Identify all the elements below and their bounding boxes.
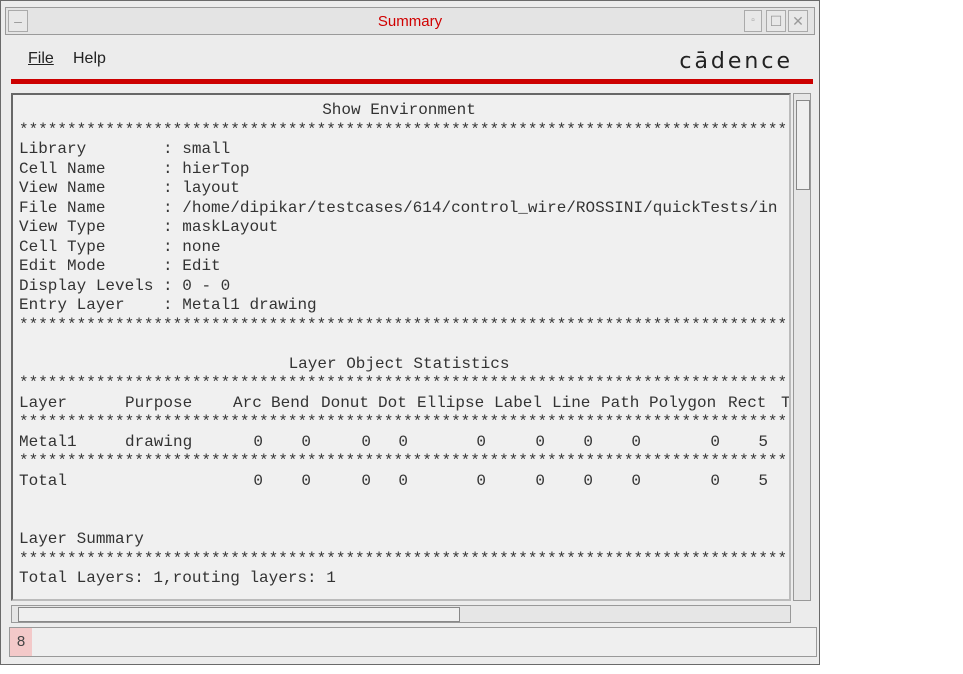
window-title: Summary xyxy=(377,13,443,30)
count-cell: 0 xyxy=(535,432,545,451)
stats-header-row: Layer Purpose Arc Bend Donut Dot Ellipse Label L… xyxy=(19,394,789,414)
env-row: Library : small xyxy=(19,140,231,158)
env-row: Cell Name : hierTop xyxy=(19,159,250,178)
status-bar: 8 xyxy=(9,627,817,657)
separator: ****************************************… xyxy=(19,452,788,470)
count-cell: 0 xyxy=(301,432,311,451)
count-cell: 0 xyxy=(583,471,593,490)
count-cell: 0 xyxy=(476,432,486,451)
cadence-logo: cādence xyxy=(679,49,793,74)
minimize-button[interactable]: ▫ xyxy=(744,10,762,32)
column-header: Arc xyxy=(233,393,262,412)
env-value: hierTop xyxy=(182,159,250,178)
vertical-scroll-thumb[interactable] xyxy=(796,100,810,190)
summary-window: – Summary ▫ ☐ ✕ File Help cādence Show E… xyxy=(0,0,820,665)
menu-file[interactable]: File xyxy=(28,50,54,68)
count-cell: 0 xyxy=(301,471,311,490)
env-label: View Name xyxy=(19,179,154,197)
env-value: layout xyxy=(182,179,240,197)
count-cell: 0 xyxy=(535,471,545,490)
count-cell: 0 xyxy=(710,432,720,451)
env-row: File Name : /home/dipikar/testcases/614/… xyxy=(19,198,778,217)
count-cell: 0 xyxy=(361,471,371,490)
env-label: File Name xyxy=(19,198,154,217)
count-cell: 0 xyxy=(710,471,720,490)
column-header: T xyxy=(781,394,789,414)
separator: ****************************************… xyxy=(19,374,788,392)
column-header: Polygon xyxy=(649,393,717,412)
env-label: Display Levels xyxy=(19,276,154,295)
column-header: Donut xyxy=(321,393,370,412)
env-label: Cell Name xyxy=(19,159,154,178)
env-row: Display Levels : 0 - 0 xyxy=(19,276,231,295)
count-cell: 0 xyxy=(253,471,263,490)
separator: ****************************************… xyxy=(19,120,788,139)
env-value: 0 - 0 xyxy=(182,276,231,295)
env-value: Metal1 drawing xyxy=(182,296,317,314)
count-cell: 5 xyxy=(758,471,768,490)
env-value: none xyxy=(182,237,221,256)
column-header: Purpose xyxy=(125,393,193,412)
env-row: View Type : maskLayout xyxy=(19,218,279,236)
stats-total-row: Total 0 0 0 0 0 0 0 0 0 5 xyxy=(19,472,789,492)
maximize-button[interactable]: ☐ xyxy=(766,10,786,32)
column-header: Dot xyxy=(378,393,407,412)
close-button[interactable]: ✕ xyxy=(788,10,808,32)
env-label: Cell Type xyxy=(19,237,154,256)
title-bar[interactable]: – Summary ▫ ☐ ✕ xyxy=(5,7,815,35)
status-number: 8 xyxy=(10,628,32,656)
count-cell: 0 xyxy=(583,432,593,451)
layer-cell: Total xyxy=(19,471,68,490)
column-header: Line xyxy=(552,393,591,412)
column-header: Rect xyxy=(728,393,767,412)
layer-cell: Metal1 xyxy=(19,432,77,451)
count-cell: 5 xyxy=(758,432,768,451)
red-divider xyxy=(11,79,813,84)
env-value: Edit xyxy=(182,257,221,275)
count-cell: 0 xyxy=(361,432,371,451)
env-value: maskLayout xyxy=(182,218,279,236)
separator: ****************************************… xyxy=(19,315,788,334)
env-label: View Type xyxy=(19,218,154,236)
count-cell: 0 xyxy=(631,471,641,490)
env-value: /home/dipikar/testcases/614/control_wire… xyxy=(182,198,778,217)
summary-text-area[interactable]: Show Environment ***********************… xyxy=(11,93,791,601)
column-header: Path xyxy=(601,393,640,412)
env-label: Entry Layer xyxy=(19,296,154,314)
horizontal-scrollbar[interactable] xyxy=(11,605,791,623)
env-heading: Show Environment xyxy=(322,101,476,119)
count-cell: 0 xyxy=(631,432,641,451)
menu-help[interactable]: Help xyxy=(73,50,106,68)
column-header: Ellipse xyxy=(417,393,485,412)
count-cell: 0 xyxy=(476,471,486,490)
summary-text: Total Layers: 1,routing layers: 1 xyxy=(19,569,336,587)
separator: ****************************************… xyxy=(19,413,788,431)
summary-heading: Layer Summary xyxy=(19,530,144,548)
stats-heading: Layer Object Statistics xyxy=(288,354,510,373)
env-value: small xyxy=(182,140,231,158)
purpose-cell: drawing xyxy=(125,432,193,451)
env-label: Library xyxy=(19,140,154,158)
env-row: Entry Layer : Metal1 drawing xyxy=(19,296,317,314)
count-cell: 0 xyxy=(253,432,263,451)
menu-bar: File Help cādence xyxy=(5,39,815,79)
count-cell: 0 xyxy=(398,432,408,451)
count-cell: 0 xyxy=(398,471,408,490)
env-row: Cell Type : none xyxy=(19,237,221,256)
column-header: Layer xyxy=(19,393,68,412)
horizontal-scroll-thumb[interactable] xyxy=(18,607,460,622)
stats-row: Metal1 drawing 0 0 0 0 0 0 0 0 0 5 xyxy=(19,433,789,453)
column-header: Bend xyxy=(271,393,310,412)
env-label: Edit Mode xyxy=(19,257,154,275)
env-row: View Name : layout xyxy=(19,179,240,197)
vertical-scrollbar[interactable] xyxy=(793,93,811,601)
column-header: Label xyxy=(494,393,543,412)
env-row: Edit Mode : Edit xyxy=(19,257,221,275)
separator: ****************************************… xyxy=(19,549,788,568)
